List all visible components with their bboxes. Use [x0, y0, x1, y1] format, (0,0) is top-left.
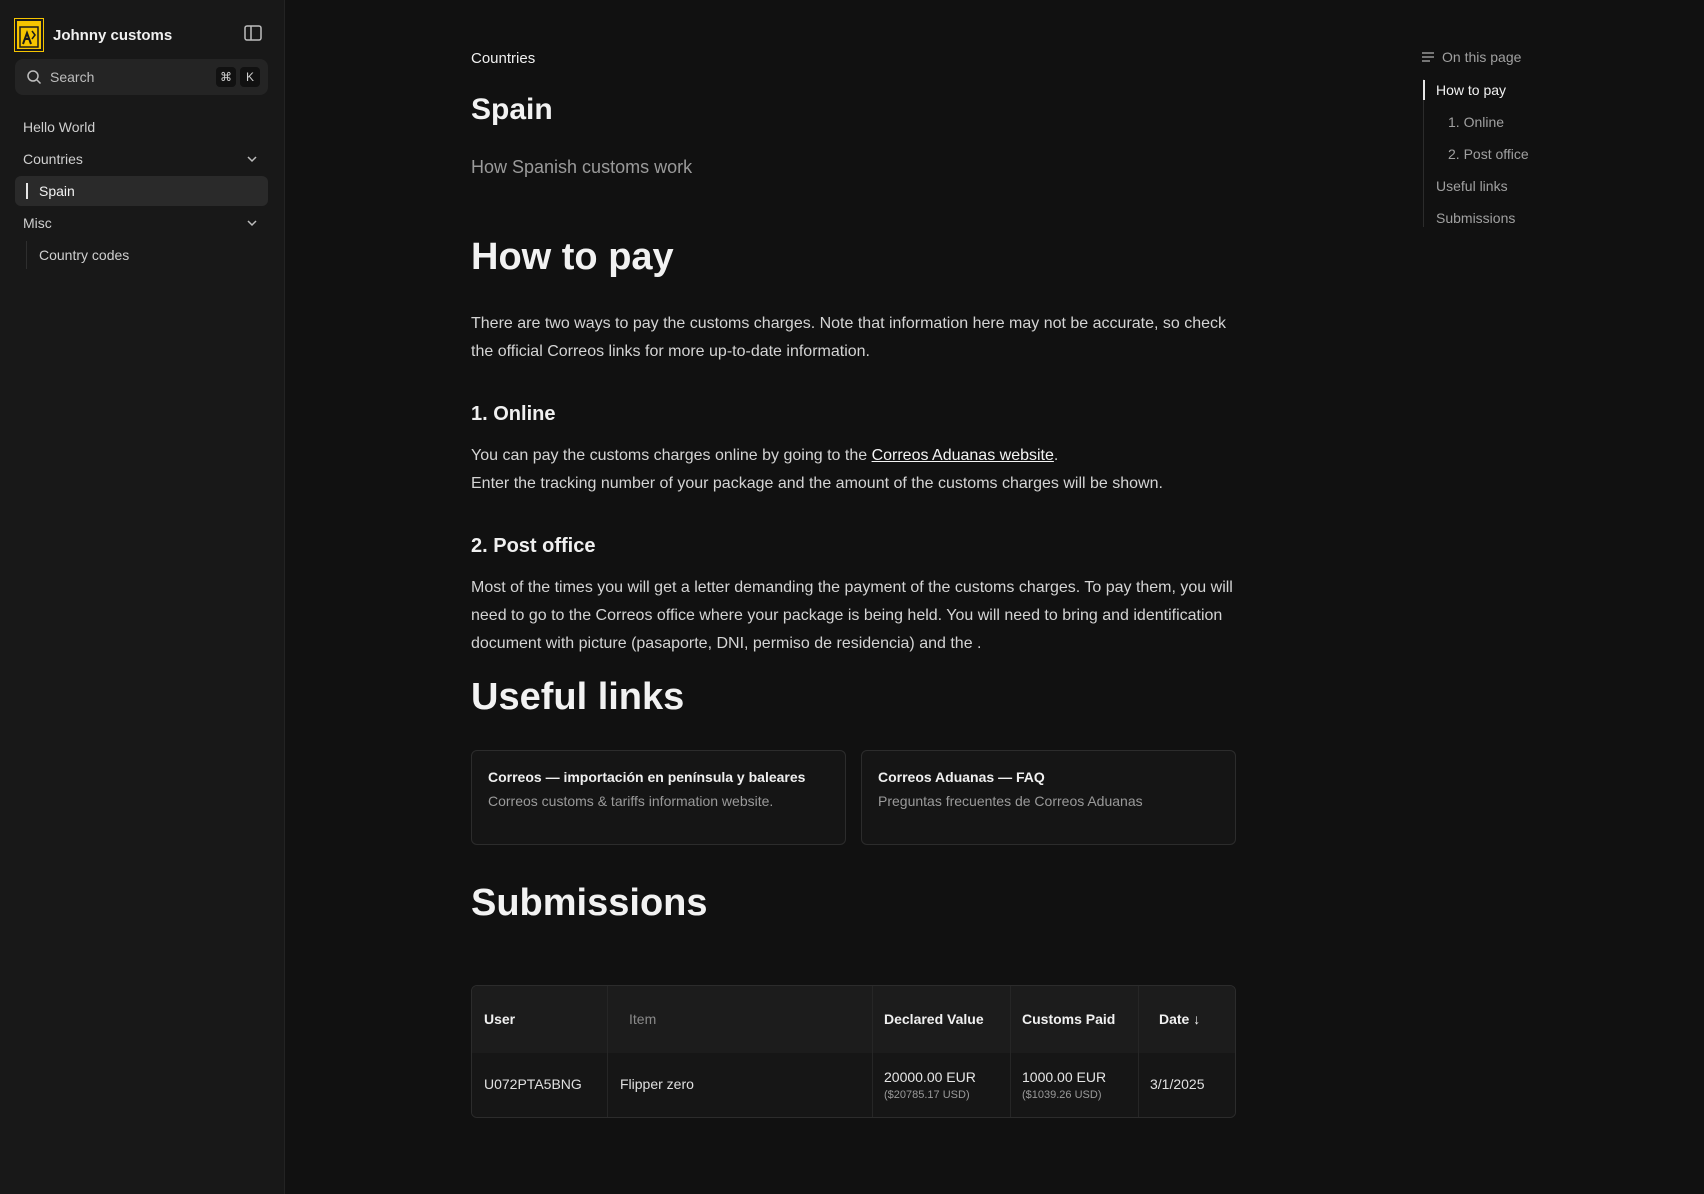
column-divider	[1010, 986, 1011, 1117]
table-header: User Item Declared Value Customs Paid Da…	[472, 986, 1235, 1053]
customs-paid-usd: ($1039.26 USD)	[1022, 1089, 1102, 1101]
online-text-before: You can pay the customs charges online b…	[471, 447, 872, 464]
toc-active-indicator	[1423, 80, 1425, 100]
cell-declared-value: 20000.00 EUR ($20785.17 USD)	[884, 1069, 976, 1101]
command-key: ⌘	[216, 67, 236, 87]
sidebar-toggle-icon[interactable]	[244, 25, 262, 41]
chevron-down-icon	[247, 156, 257, 163]
column-divider	[872, 986, 873, 1117]
heading-post-office: 2. Post office	[471, 535, 596, 557]
cell-item: Flipper zero	[620, 1076, 694, 1092]
sidebar-item-label: Countries	[23, 151, 83, 167]
column-header-user[interactable]: User	[484, 1011, 515, 1027]
link-card-title: Correos Aduanas — FAQ	[878, 769, 1045, 785]
heading-submissions: Submissions	[471, 882, 708, 924]
column-header-customs-paid[interactable]: Customs Paid	[1022, 1011, 1115, 1027]
link-card-title: Correos — importación en península y bal…	[488, 769, 806, 785]
submissions-table: User Item Declared Value Customs Paid Da…	[471, 985, 1236, 1118]
link-card-description: Correos customs & tariffs information we…	[488, 793, 774, 809]
toc-item-how-to-pay[interactable]: How to pay	[1436, 82, 1506, 98]
sidebar-item-spain[interactable]: Spain	[15, 176, 268, 206]
online-text-line2: Enter the tracking number of your packag…	[471, 475, 1163, 492]
link-card-correos-faq[interactable]: Correos Aduanas — FAQ Preguntas frecuent…	[861, 750, 1236, 845]
sidebar-item-label: Misc	[23, 215, 52, 231]
sidebar-item-hello-world[interactable]: Hello World	[15, 112, 268, 142]
cell-customs-paid: 1000.00 EUR ($1039.26 USD)	[1022, 1069, 1106, 1101]
sidebar-item-countries[interactable]: Countries	[15, 144, 268, 174]
sidebar-item-label: Spain	[39, 183, 75, 199]
page-subtitle: How Spanish customs work	[471, 157, 693, 177]
brand-name: Johnny customs	[53, 26, 173, 44]
search-label: Search	[50, 69, 95, 85]
toc-item-useful-links[interactable]: Useful links	[1436, 178, 1508, 194]
link-card-description: Preguntas frecuentes de Correos Aduanas	[878, 793, 1143, 809]
online-text: You can pay the customs charges online b…	[471, 442, 1236, 498]
column-divider	[1138, 986, 1139, 1117]
sidebar-item-misc[interactable]: Misc	[15, 208, 268, 238]
active-indicator	[26, 183, 28, 199]
declared-value-eur: 20000.00 EUR	[884, 1069, 976, 1085]
declared-value-usd: ($20785.17 USD)	[884, 1089, 970, 1101]
cell-date: 3/1/2025	[1150, 1076, 1205, 1092]
logo-icon	[14, 18, 44, 52]
column-header-date[interactable]: Date ↓	[1159, 1011, 1200, 1027]
toc-heading: On this page	[1421, 49, 1521, 65]
toc-guide-line	[1423, 79, 1424, 227]
search-button[interactable]: Search ⌘ K	[15, 59, 268, 95]
heading-online: 1. Online	[471, 403, 556, 425]
toc-item-online[interactable]: 1. Online	[1448, 114, 1504, 130]
link-card-correos-importacion[interactable]: Correos — importación en península y bal…	[471, 750, 846, 845]
search-shortcut: ⌘ K	[216, 67, 260, 87]
brand[interactable]: Johnny customs	[14, 18, 173, 52]
online-text-after: .	[1053, 447, 1059, 464]
heading-useful-links: Useful links	[471, 676, 685, 718]
column-divider	[607, 986, 608, 1117]
toc-heading-label: On this page	[1442, 49, 1522, 65]
customs-paid-eur: 1000.00 EUR	[1022, 1069, 1107, 1085]
k-key: K	[240, 67, 260, 87]
breadcrumb[interactable]: Countries	[471, 50, 535, 67]
toc-item-post-office[interactable]: 2. Post office	[1448, 146, 1529, 162]
column-header-declared-value[interactable]: Declared Value	[884, 1011, 984, 1027]
heading-how-to-pay: How to pay	[471, 236, 674, 278]
post-office-text: Most of the times you will get a letter …	[471, 579, 1233, 652]
list-icon	[1422, 52, 1434, 62]
chevron-down-icon	[247, 220, 257, 227]
sidebar-item-label: Country codes	[39, 247, 130, 263]
search-icon	[27, 70, 42, 85]
correos-aduanas-link[interactable]: Correos Aduanas website	[872, 447, 1054, 464]
sidebar-item-label: Hello World	[23, 119, 96, 135]
column-header-item[interactable]: Item	[629, 1011, 656, 1027]
cell-user: U072PTA5BNG	[484, 1076, 582, 1092]
table-row: U072PTA5BNG Flipper zero 20000.00 EUR ($…	[472, 1053, 1235, 1117]
page-title: Spain	[471, 93, 553, 126]
how-to-pay-intro: There are two ways to pay the customs ch…	[471, 315, 1227, 360]
subnav-guide-line	[26, 241, 27, 269]
sidebar: Johnny customs Search ⌘ K Hello World Co…	[0, 0, 285, 1194]
toc-item-submissions[interactable]: Submissions	[1436, 210, 1515, 226]
sidebar-item-country-codes[interactable]: Country codes	[31, 240, 268, 270]
